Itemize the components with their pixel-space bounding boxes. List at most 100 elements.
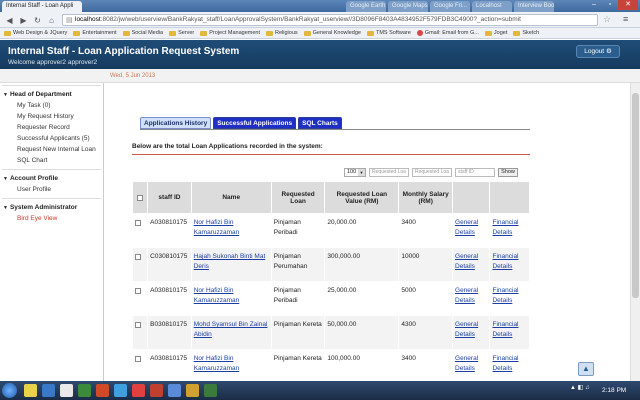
back-icon[interactable]: ◀ bbox=[4, 15, 15, 26]
bookmark-folder[interactable]: Social Media bbox=[122, 30, 163, 36]
maximize-icon[interactable]: ▫ bbox=[602, 0, 618, 10]
browser-tab[interactable]: Localhost bbox=[472, 1, 512, 12]
folder-icon bbox=[122, 30, 130, 36]
bookmark-folder[interactable]: Joget bbox=[484, 30, 507, 36]
general-details-link[interactable]: General Details bbox=[455, 287, 478, 304]
salary-cell: 5000 bbox=[399, 282, 453, 315]
sidebar-item-successful-applicants[interactable]: Successful Applicants (5) bbox=[0, 133, 103, 144]
page-scrollbar[interactable] bbox=[630, 83, 640, 381]
taskbar-clock[interactable]: 2:18 PM bbox=[602, 387, 626, 394]
welcome-text: Welcome approver2 approver2 bbox=[8, 59, 98, 66]
column-header[interactable]: Requested Loan bbox=[271, 182, 325, 213]
loan-type-cell: Pinjaman Peribadi bbox=[271, 214, 325, 247]
forward-icon[interactable]: ▶ bbox=[18, 15, 29, 26]
bookmark-folder[interactable]: General Knowledge bbox=[303, 30, 361, 36]
taskbar-app-icon[interactable] bbox=[60, 384, 73, 397]
row-checkbox[interactable] bbox=[135, 288, 141, 294]
sidebar-section-system-administrator[interactable]: ▼ System Administrator bbox=[0, 202, 103, 213]
wrench-menu-icon[interactable]: ≡ bbox=[623, 14, 628, 24]
financial-details-link[interactable]: Financial Details bbox=[492, 355, 518, 372]
home-icon[interactable]: ⌂ bbox=[46, 15, 57, 26]
row-checkbox[interactable] bbox=[135, 322, 141, 328]
tab-successful-applications[interactable]: Successful Applications bbox=[213, 117, 297, 129]
sidebar-item-requester-record[interactable]: Requester Record bbox=[0, 122, 103, 133]
bookmark-folder[interactable]: Project Management bbox=[200, 30, 260, 36]
bookmark-star-icon[interactable]: ☆ bbox=[603, 14, 611, 25]
sidebar-item-my-task[interactable]: My Task (0) bbox=[0, 100, 103, 111]
financial-details-link[interactable]: Financial Details bbox=[492, 253, 518, 270]
sidebar-section-account-profile[interactable]: ▼ Account Profile bbox=[0, 173, 103, 184]
financial-details-link[interactable]: Financial Details bbox=[492, 287, 518, 304]
logout-button[interactable]: Logout ⚙ bbox=[576, 45, 620, 58]
taskbar-app-icon[interactable] bbox=[42, 384, 55, 397]
row-checkbox[interactable] bbox=[135, 356, 141, 362]
general-details-link[interactable]: General Details bbox=[455, 253, 478, 270]
taskbar-app-icon[interactable] bbox=[114, 384, 127, 397]
financial-details-link[interactable]: Financial Details bbox=[492, 219, 518, 236]
table-header-row: staff ID Name Requested Loan Requested L… bbox=[133, 182, 529, 213]
requested-loan-value-filter-input[interactable]: Requested Loa bbox=[412, 168, 452, 177]
taskbar-app-icon[interactable] bbox=[132, 384, 145, 397]
general-details-link[interactable]: General Details bbox=[455, 355, 478, 372]
column-header[interactable]: staff ID bbox=[148, 182, 191, 213]
applicant-name-link[interactable]: Hajah Sukonah Binti Mat Deris bbox=[194, 253, 266, 270]
bookmark-folder[interactable]: Web Design & JQuery bbox=[4, 30, 67, 36]
page-size-select[interactable]: 100 ▼ bbox=[344, 168, 366, 177]
applicant-name-link[interactable]: Nor Hafizi Bin Kamaruzzaman bbox=[194, 219, 240, 236]
scrollbar-thumb[interactable] bbox=[632, 93, 639, 298]
bookmark-folder[interactable]: Entertainment bbox=[73, 30, 117, 36]
column-header[interactable]: Monthly Salary (RM) bbox=[399, 182, 453, 213]
sidebar-item-my-request-history[interactable]: My Request History bbox=[0, 111, 103, 122]
browser-tab[interactable]: Google Earth bbox=[346, 1, 386, 12]
bookmark-folder[interactable]: Server bbox=[169, 30, 194, 36]
general-details-link[interactable]: General Details bbox=[455, 321, 478, 338]
bookmark-gmail[interactable]: Gmail: Email from G... bbox=[416, 30, 479, 36]
folder-icon bbox=[303, 30, 311, 36]
taskbar-app-icon[interactable] bbox=[78, 384, 91, 397]
scroll-to-top-button[interactable]: ▲ bbox=[578, 362, 594, 376]
address-bar[interactable]: ▤ localhost:8082/jw/web/userview/BankRak… bbox=[62, 14, 598, 26]
close-icon[interactable]: ✕ bbox=[618, 0, 638, 10]
financial-details-link[interactable]: Financial Details bbox=[492, 321, 518, 338]
taskbar-app-icon[interactable] bbox=[204, 384, 217, 397]
select-all-checkbox[interactable] bbox=[137, 194, 144, 201]
applicant-name-link[interactable]: Nor Hafizi Bin Kamaruzzaman bbox=[194, 355, 240, 372]
general-details-link[interactable]: General Details bbox=[455, 219, 478, 236]
browser-tab-active[interactable]: Internal Staff - Loan Appli bbox=[2, 1, 82, 12]
taskbar-app-icon[interactable] bbox=[96, 384, 109, 397]
applicant-name-link[interactable]: Nor Hafizi Bin Kamaruzzaman bbox=[194, 287, 240, 304]
bookmark-folder[interactable]: TMS Software bbox=[366, 30, 411, 36]
browser-tab[interactable]: Interview Bookin bbox=[514, 1, 554, 12]
bookmark-folder[interactable]: Religious bbox=[266, 30, 298, 36]
taskbar-app-icon[interactable] bbox=[24, 384, 37, 397]
bookmark-folder[interactable]: Sketch bbox=[513, 30, 539, 36]
taskbar-app-icon[interactable] bbox=[150, 384, 163, 397]
taskbar-app-icon[interactable] bbox=[168, 384, 181, 397]
tab-applications-history[interactable]: Applications History bbox=[140, 117, 212, 129]
staff-id-cell: C030810175 bbox=[148, 248, 191, 281]
reload-icon[interactable]: ↻ bbox=[32, 15, 43, 26]
folder-icon bbox=[513, 30, 521, 36]
column-header[interactable]: Name bbox=[191, 182, 271, 213]
applicant-name-link[interactable]: Mohd Syamsul Bin Zainal Abidin bbox=[194, 321, 268, 338]
financial-details-cell: Financial Details bbox=[490, 214, 529, 247]
browser-tab[interactable]: Google Maps bbox=[388, 1, 428, 12]
sidebar-item-sql-chart[interactable]: SQL Chart bbox=[0, 155, 103, 166]
sidebar-section-head-of-department[interactable]: ▼ Head of Department bbox=[0, 89, 103, 100]
tab-sql-charts[interactable]: SQL Charts bbox=[298, 117, 342, 129]
row-checkbox[interactable] bbox=[135, 254, 141, 260]
show-button[interactable]: Show bbox=[498, 168, 518, 177]
system-tray-icons[interactable]: ▲ ◧ ♫ bbox=[570, 384, 589, 391]
minimize-icon[interactable]: – bbox=[586, 0, 602, 10]
sidebar-item-user-profile[interactable]: User Profile bbox=[0, 184, 103, 195]
sidebar-item-request-new-loan[interactable]: Request New Internal Loan bbox=[0, 144, 103, 155]
row-checkbox[interactable] bbox=[135, 220, 141, 226]
staff-id-filter-input[interactable]: staff ID bbox=[455, 168, 495, 177]
sidebar-item-bird-eye-view[interactable]: Bird Eye View bbox=[0, 213, 103, 224]
start-button[interactable] bbox=[2, 383, 17, 398]
browser-tab[interactable]: Google Fri... bbox=[430, 1, 470, 12]
column-header[interactable]: Requested Loan Value (RM) bbox=[325, 182, 399, 213]
taskbar-app-icon[interactable] bbox=[186, 384, 199, 397]
divider bbox=[2, 169, 101, 170]
requested-loan-filter-input[interactable]: Requested Loa bbox=[369, 168, 409, 177]
